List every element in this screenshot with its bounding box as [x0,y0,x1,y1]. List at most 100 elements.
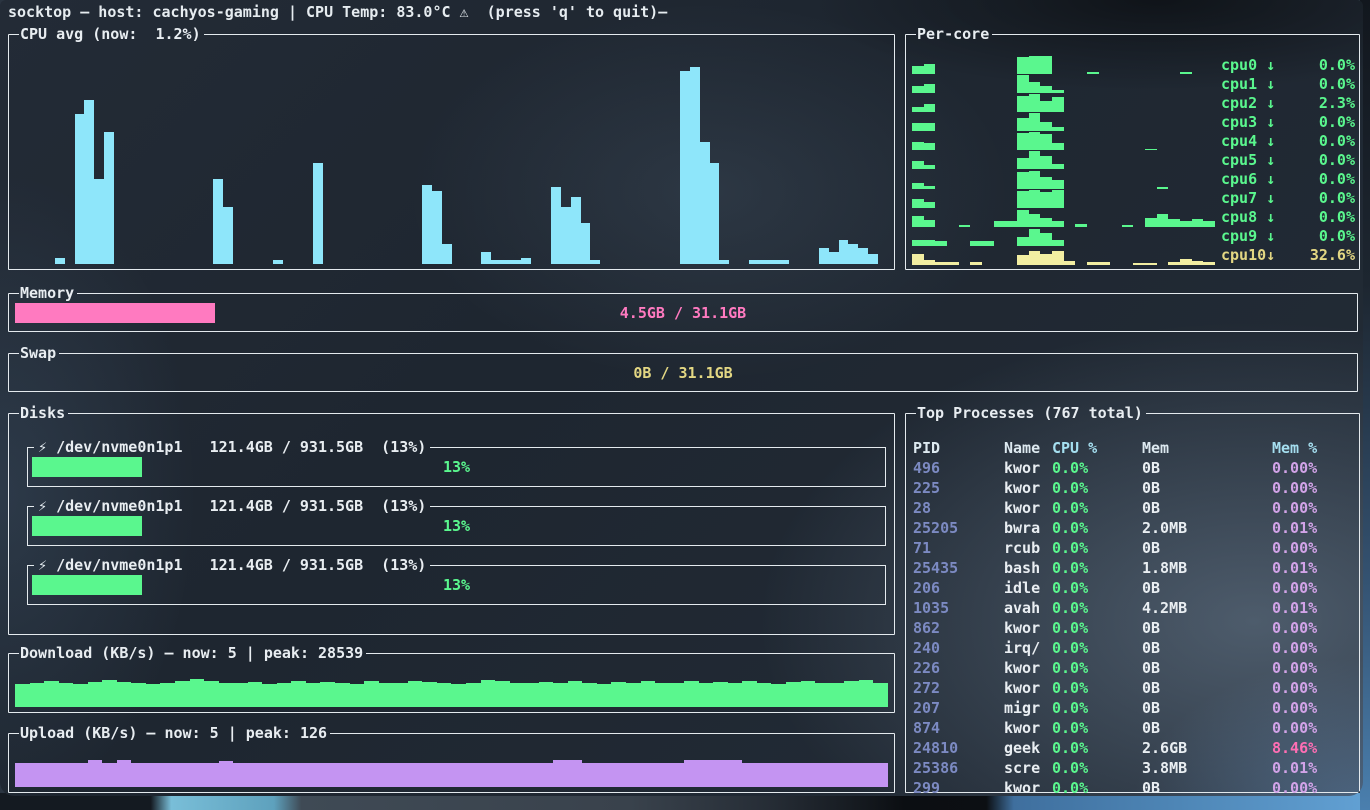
cpu-history-bar [551,187,561,264]
trend-down-icon: ↓ [1266,113,1279,131]
core-history-bar [1017,133,1029,150]
cpu-history-bar [501,260,511,264]
process-pid: 299 [913,778,1004,796]
disks-title: Disks [19,404,68,422]
core-row-cpu4: cpu4↓ 0.0% [912,131,1355,150]
download-history-bar [568,681,583,707]
core-label-cpu3: cpu3↓ 0.0% [1221,113,1355,131]
cpu-history-bar [759,260,769,264]
core-history-bar [1029,214,1041,226]
process-pid: 874 [913,718,1004,738]
core-history-bar [1040,101,1052,112]
upload-history-bar [568,760,583,787]
cpu-history-bar [422,185,432,264]
core-history-bar [1168,219,1180,227]
process-name: kwor [1004,618,1052,638]
upload-history-bar [830,763,845,787]
upload-history-bar [510,763,525,787]
upload-history-bar [422,763,437,787]
process-row: 207migr0.0%0B0.00% [913,698,1355,718]
upload-history-bar [757,763,772,787]
download-history-bar [422,682,437,707]
core-usage-value: 0.0% [1279,151,1355,169]
per-core-panel: Per-core cpu0↓ 0.0%cpu1↓ 0.0%cpu2↓ 2.3%c… [905,25,1360,270]
core-history-bar [1017,118,1029,131]
cpu-history-bar [829,252,839,264]
process-pid: 862 [913,618,1004,638]
disk-item-label: /dev/nvme0n1p1 121.4GB / 931.5GB (13%) [56,438,426,456]
download-history-bar [204,681,219,707]
terminal-window[interactable]: socktop — host: cachyos-gaming | CPU Tem… [0,0,1363,796]
process-mem: 0B [1142,538,1272,558]
process-cpu-pct: 0.0% [1052,498,1142,518]
upload-history-bar [699,760,714,787]
process-mem: 0B [1142,678,1272,698]
process-mem-pct: 8.46% [1272,738,1355,758]
process-column-header: CPU % [1052,438,1142,458]
download-history-bar [713,682,728,707]
process-mem-pct: 0.00% [1272,618,1355,638]
download-history-bar [437,683,452,707]
download-history-bar [190,679,205,707]
upload-history-bar [233,763,248,787]
upload-history-bar [160,763,175,787]
download-history-bar [801,681,816,707]
swap-panel: Swap 0B / 31.1GB [8,344,1358,392]
upload-history-bar [539,763,554,787]
process-name: idle [1004,578,1052,598]
download-history-bar [873,683,888,707]
download-history-bar [73,684,88,707]
upload-history-bar [335,763,350,787]
core-history-bar [924,64,936,74]
process-row: 225kwor0.0%0B0.00% [913,478,1355,498]
process-row: 24810geek0.0%2.6GB8.46% [913,738,1355,758]
process-mem: 0B [1142,618,1272,638]
process-row: 28kwor0.0%0B0.00% [913,498,1355,518]
cpu-history-bar [313,163,323,265]
disk-gauge-label: 13% [32,516,881,536]
cpu-history-bar [491,260,501,264]
upload-history-bar [190,763,205,787]
core-label-cpu8: cpu8↓ 0.0% [1221,208,1355,226]
core-history-bar [1017,191,1029,208]
process-mem: 0B [1142,458,1272,478]
core-sparkline-cpu6 [912,170,1215,189]
core-history-bar [1052,97,1064,112]
process-cpu-pct: 0.0% [1052,458,1142,478]
core-label-cpu4: cpu4↓ 0.0% [1221,132,1355,150]
upload-history-bar [597,763,612,787]
core-label-cpu9: cpu9↓ 0.0% [1221,227,1355,245]
process-pid: 28 [913,498,1004,518]
download-history-bar [393,683,408,707]
cpu-history-bar [55,258,65,264]
core-history-bar [1192,261,1204,265]
process-row: 71rcub0.0%0B0.00% [913,538,1355,558]
process-cpu-pct: 0.0% [1052,638,1142,658]
core-name: cpu7 [1221,189,1266,207]
download-history-bar [495,681,510,707]
download-history-bar [320,682,335,707]
download-history-bar [524,683,539,707]
download-history-bar [830,683,845,707]
trend-down-icon: ↓ [1266,94,1279,112]
cpu-history-bar [104,132,114,264]
process-row: 272kwor0.0%0B0.00% [913,678,1355,698]
upload-chart [15,758,888,787]
download-history-bar [582,683,597,707]
upload-history-bar [641,763,656,787]
trend-down-icon: ↓ [1266,189,1279,207]
upload-history-bar [466,763,481,787]
core-history-bar [1087,262,1099,265]
process-name: kwor [1004,658,1052,678]
download-history-bar [859,680,874,707]
process-cpu-pct: 0.0% [1052,618,1142,638]
upload-history-bar [873,763,888,787]
cpu-avg-panel: CPU avg (now: 1.2%) [8,25,895,270]
upload-history-bar [524,763,539,787]
core-sparkline-cpu5 [912,150,1215,169]
download-history-bar [408,681,423,707]
process-cpu-pct: 0.0% [1052,518,1142,538]
process-pid: 25435 [913,558,1004,578]
process-cpu-pct: 0.0% [1052,698,1142,718]
core-history-bar [924,104,936,113]
